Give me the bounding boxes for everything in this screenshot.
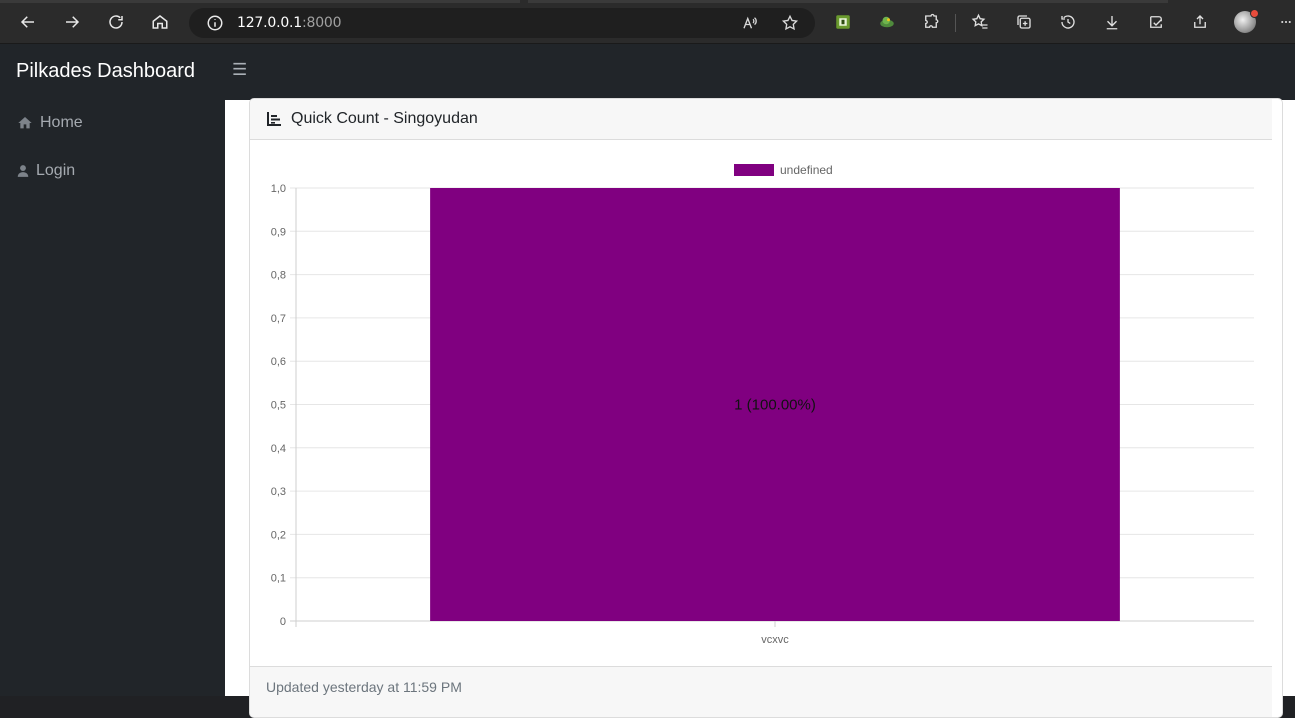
sidebar-item-label: Home [40,114,83,131]
performance-icon[interactable] [1146,12,1166,32]
y-tick-label: 0,9 [271,226,286,238]
back-icon[interactable] [16,10,40,34]
y-tick-label: 1,0 [271,183,286,195]
updated-timestamp: Updated yesterday at 11:59 PM [266,679,462,695]
hamburger-icon[interactable]: ☰ [232,61,248,78]
quick-count-card: Quick Count - Singoyudan 0 0,1 0,2 0,3 0,4 0,… [249,98,1283,718]
more-menu-icon[interactable] [1278,12,1294,32]
reload-icon[interactable] [104,10,128,34]
home-icon [16,114,34,132]
url-port: :8000 [302,15,342,31]
forward-icon[interactable] [60,10,84,34]
bar-chart: 0 0,1 0,2 0,3 0,4 0,5 0,6 0,7 0,8 0,9 1,0 1 (100.00… [271,163,1254,646]
sidebar-item-home[interactable]: Home [16,111,83,135]
card-footer: Updated yesterday at 11:59 PM [250,666,1272,717]
url-text[interactable]: 127.0.0.1:8000 [237,15,342,31]
card-title: Quick Count - Singoyudan [291,110,478,127]
tab-strip [0,0,1295,3]
sidebar: Home Login [0,100,225,696]
x-tick-label: vcxvc [761,634,789,646]
notification-dot [1250,9,1259,18]
extensions-puzzle-icon[interactable] [921,12,941,32]
legend-label: undefined [780,163,833,177]
history-icon[interactable] [1058,12,1078,32]
address-bar[interactable]: 127.0.0.1:8000 [189,8,815,38]
y-tick-label: 0,1 [271,573,286,585]
bar-data-label: 1 (100.00%) [734,397,816,414]
extension-globe-icon[interactable] [877,12,897,32]
downloads-icon[interactable] [1102,12,1122,32]
y-tick-label: 0,2 [271,529,286,541]
y-tick-label: 0,4 [271,443,286,455]
toolbar-separator [955,14,956,32]
url-host: 127.0.0.1 [237,15,302,31]
y-tick-label: 0 [280,616,286,628]
collections-icon[interactable] [1014,12,1034,32]
profile-avatar[interactable] [1234,9,1259,33]
y-tick-label: 0,5 [271,400,286,412]
read-aloud-icon[interactable] [741,14,759,32]
top-navbar: Pilkades Dashboard ☰ [0,44,1295,100]
chart-bar-icon [266,111,282,127]
favorites-icon[interactable] [970,12,990,32]
main-content: Quick Count - Singoyudan 0 0,1 0,2 0,3 0,4 0,… [225,98,1295,718]
legend-swatch [734,164,774,176]
sidebar-item-label: Login [36,162,76,179]
y-tick-label: 0,3 [271,486,286,498]
y-tick-label: 0,6 [271,356,286,368]
y-tick-label: 0,8 [271,270,286,282]
site-info-icon[interactable] [206,14,224,32]
brand-title[interactable]: Pilkades Dashboard [16,60,195,83]
user-icon [16,162,30,180]
card-header: Quick Count - Singoyudan [250,99,1272,140]
y-tick-label: 0,7 [271,313,286,325]
sidebar-item-login[interactable]: Login [16,159,75,183]
favorite-star-icon[interactable] [781,14,799,32]
browser-toolbar: 127.0.0.1:8000 [0,0,1295,44]
share-icon[interactable] [1190,12,1210,32]
home-page-icon[interactable] [148,10,172,34]
extension-green-icon[interactable] [833,12,853,32]
